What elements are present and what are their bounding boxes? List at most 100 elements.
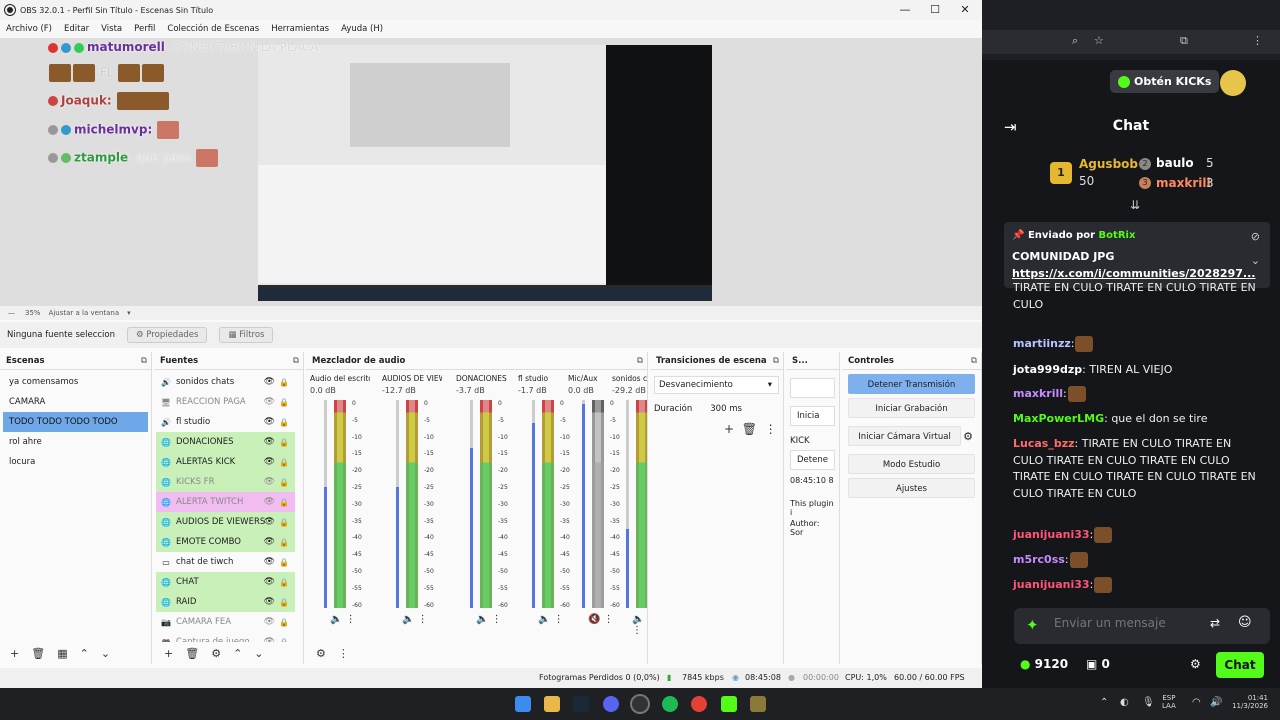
chat-username[interactable]: MaxPowerLMG: [1013, 412, 1104, 425]
more-icon[interactable]: ⋮: [346, 614, 356, 625]
extensions-icon[interactable]: ⧉: [1180, 34, 1188, 48]
eye-icon[interactable]: 👁: [264, 477, 275, 487]
dock-icon[interactable]: ⧉: [141, 352, 147, 370]
trash-icon[interactable]: 🗑: [185, 647, 199, 660]
more-icon[interactable]: ⋮: [604, 614, 614, 625]
source-item[interactable]: 🌐 DONACIONES 👁 🔒: [156, 432, 295, 452]
volume-fader[interactable]: [582, 400, 585, 608]
emoji-icon[interactable]: ☺: [1238, 615, 1252, 630]
eye-icon[interactable]: 👁: [264, 397, 275, 407]
chat-username[interactable]: juanijuani33: [1013, 578, 1090, 591]
volume-fader[interactable]: [470, 400, 473, 608]
more-icon[interactable]: ⋮: [418, 614, 428, 625]
pin-link[interactable]: https://x.com/i/communities/2028297...: [1012, 267, 1255, 280]
obs-icon[interactable]: [632, 696, 648, 712]
speaker-icon[interactable]: 🔈: [538, 614, 550, 625]
source-item[interactable]: 🔊 fl studio 👁 🔒: [156, 412, 295, 432]
network-icon[interactable]: ◐: [1120, 697, 1129, 708]
lock-icon[interactable]: 🔒: [279, 558, 289, 567]
volume-fader[interactable]: [626, 400, 629, 608]
gear-icon[interactable]: ⚙: [963, 430, 973, 443]
message-input[interactable]: ✦ ⇄ ☺: [1014, 608, 1270, 644]
scene-item[interactable]: locura: [3, 452, 148, 472]
discord-icon[interactable]: [603, 696, 619, 712]
add-icon[interactable]: +: [10, 647, 19, 660]
lock-icon[interactable]: 🔒: [279, 618, 289, 627]
gear-icon[interactable]: ⚙: [316, 647, 326, 660]
sparkle-icon[interactable]: ✦: [1026, 616, 1039, 634]
close-button[interactable]: ✕: [950, 0, 980, 20]
chat-username[interactable]: m5rc0ss: [1013, 553, 1065, 566]
start-button[interactable]: Inicia: [790, 406, 835, 426]
eye-icon[interactable]: 👁: [264, 497, 275, 507]
eye-icon[interactable]: 👁: [264, 597, 275, 607]
lock-icon[interactable]: 🔒: [279, 478, 289, 487]
filters-button[interactable]: ▦ Filtros: [219, 327, 274, 343]
more-icon[interactable]: ⋮: [765, 422, 777, 436]
chevron-down-icon[interactable]: ⌄: [1251, 254, 1260, 267]
leader-name[interactable]: baulo: [1156, 156, 1194, 170]
chat-username[interactable]: juanijuani33: [1013, 528, 1090, 541]
source-item[interactable]: 🌐 EMOTE COMBO 👁 🔒: [156, 532, 295, 552]
lock-icon[interactable]: 🔒: [279, 598, 289, 607]
lock-icon[interactable]: 🔒: [279, 418, 289, 427]
minimize-button[interactable]: —: [890, 0, 920, 20]
lock-icon[interactable]: 🔒: [279, 398, 289, 407]
trash-icon[interactable]: 🗑: [742, 422, 757, 436]
transition-select[interactable]: Desvanecimiento ▾: [654, 376, 779, 394]
lock-icon[interactable]: 🔒: [279, 538, 289, 547]
source-item[interactable]: 🎮 Captura de juego 👁 🔒: [156, 632, 295, 642]
zoom-minus-icon[interactable]: —: [8, 309, 15, 317]
source-item[interactable]: 🌐 ALERTA TWITCH 👁 🔒: [156, 492, 295, 512]
source-item[interactable]: 📷 CAMARA FEA 👁 🔒: [156, 612, 295, 632]
source-item[interactable]: ▭ chat de tiwch 👁 🔒: [156, 552, 295, 572]
chat-username[interactable]: martiinzz: [1013, 337, 1071, 350]
maximize-button[interactable]: ☐: [920, 0, 950, 20]
volume-fader[interactable]: [532, 400, 535, 608]
start-recording-button[interactable]: Iniciar Grabación: [848, 398, 975, 418]
points-display[interactable]: ● 9120: [1020, 657, 1068, 671]
eye-icon[interactable]: 👁: [264, 417, 275, 427]
translate-icon[interactable]: ⇄: [1210, 616, 1220, 630]
redeem-display[interactable]: ▣ 0: [1086, 657, 1110, 671]
stop-button[interactable]: Detene: [790, 450, 835, 470]
source-item[interactable]: 🌐 AUDIOS DE VIEWERS 👁 🔒: [156, 512, 295, 532]
chrome-icon[interactable]: [691, 696, 707, 712]
more-icon[interactable]: ⋮: [338, 647, 349, 660]
get-kicks-button[interactable]: Obtén KICKs: [1110, 70, 1220, 93]
start-virtual-camera-button[interactable]: Iniciar Cámara Virtual: [848, 426, 962, 446]
speaker-icon[interactable]: 🔈: [402, 614, 414, 625]
eye-icon[interactable]: 👁: [264, 437, 275, 447]
source-item[interactable]: 🌐 RAID 👁 🔒: [156, 592, 295, 612]
scene-item[interactable]: ya comensamos: [3, 372, 148, 392]
chat-username[interactable]: Lucas_bzz: [1013, 437, 1075, 450]
lock-icon[interactable]: 🔒: [279, 498, 289, 507]
dock-icon[interactable]: ⧉: [773, 352, 779, 370]
scene-item[interactable]: rol ahre: [3, 432, 148, 452]
gear-icon[interactable]: ⚙: [211, 647, 221, 660]
windows-start-icon[interactable]: [515, 696, 531, 712]
source-item[interactable]: 🌐 ALERTAS KICK 👁 🔒: [156, 452, 295, 472]
chat-username[interactable]: jota999dzp: [1013, 363, 1082, 376]
chevron-down-icon[interactable]: ▾: [127, 309, 131, 317]
source-item[interactable]: 🔊 sonidos chats 👁 🔒: [156, 372, 295, 392]
muted-speaker-icon[interactable]: 🔇: [588, 614, 600, 625]
scene-item-selected[interactable]: TODO TODO TODO TODO: [3, 412, 148, 432]
lock-icon[interactable]: 🔒: [279, 518, 289, 527]
volume-icon[interactable]: 🔊: [1210, 697, 1222, 708]
settings-button[interactable]: Ajustes: [848, 478, 975, 498]
eye-icon[interactable]: 👁: [264, 517, 275, 527]
speaker-icon[interactable]: 🔈: [476, 614, 488, 625]
clock[interactable]: 01:41 11/3/2026: [1226, 694, 1268, 710]
search-icon[interactable]: ⌕: [1072, 34, 1078, 48]
volume-fader[interactable]: [324, 400, 327, 608]
spotify-icon[interactable]: [662, 696, 678, 712]
add-icon[interactable]: +: [724, 422, 734, 436]
microphone-icon[interactable]: 🎙: [1142, 697, 1155, 708]
add-icon[interactable]: +: [164, 647, 173, 660]
star-icon[interactable]: ☆: [1094, 34, 1104, 47]
eye-icon[interactable]: 👁: [264, 457, 275, 467]
chat-send-button[interactable]: Chat: [1216, 652, 1264, 678]
stop-stream-button[interactable]: Detener Transmisión: [848, 374, 975, 394]
chat-username[interactable]: maxkrill: [1013, 387, 1063, 400]
